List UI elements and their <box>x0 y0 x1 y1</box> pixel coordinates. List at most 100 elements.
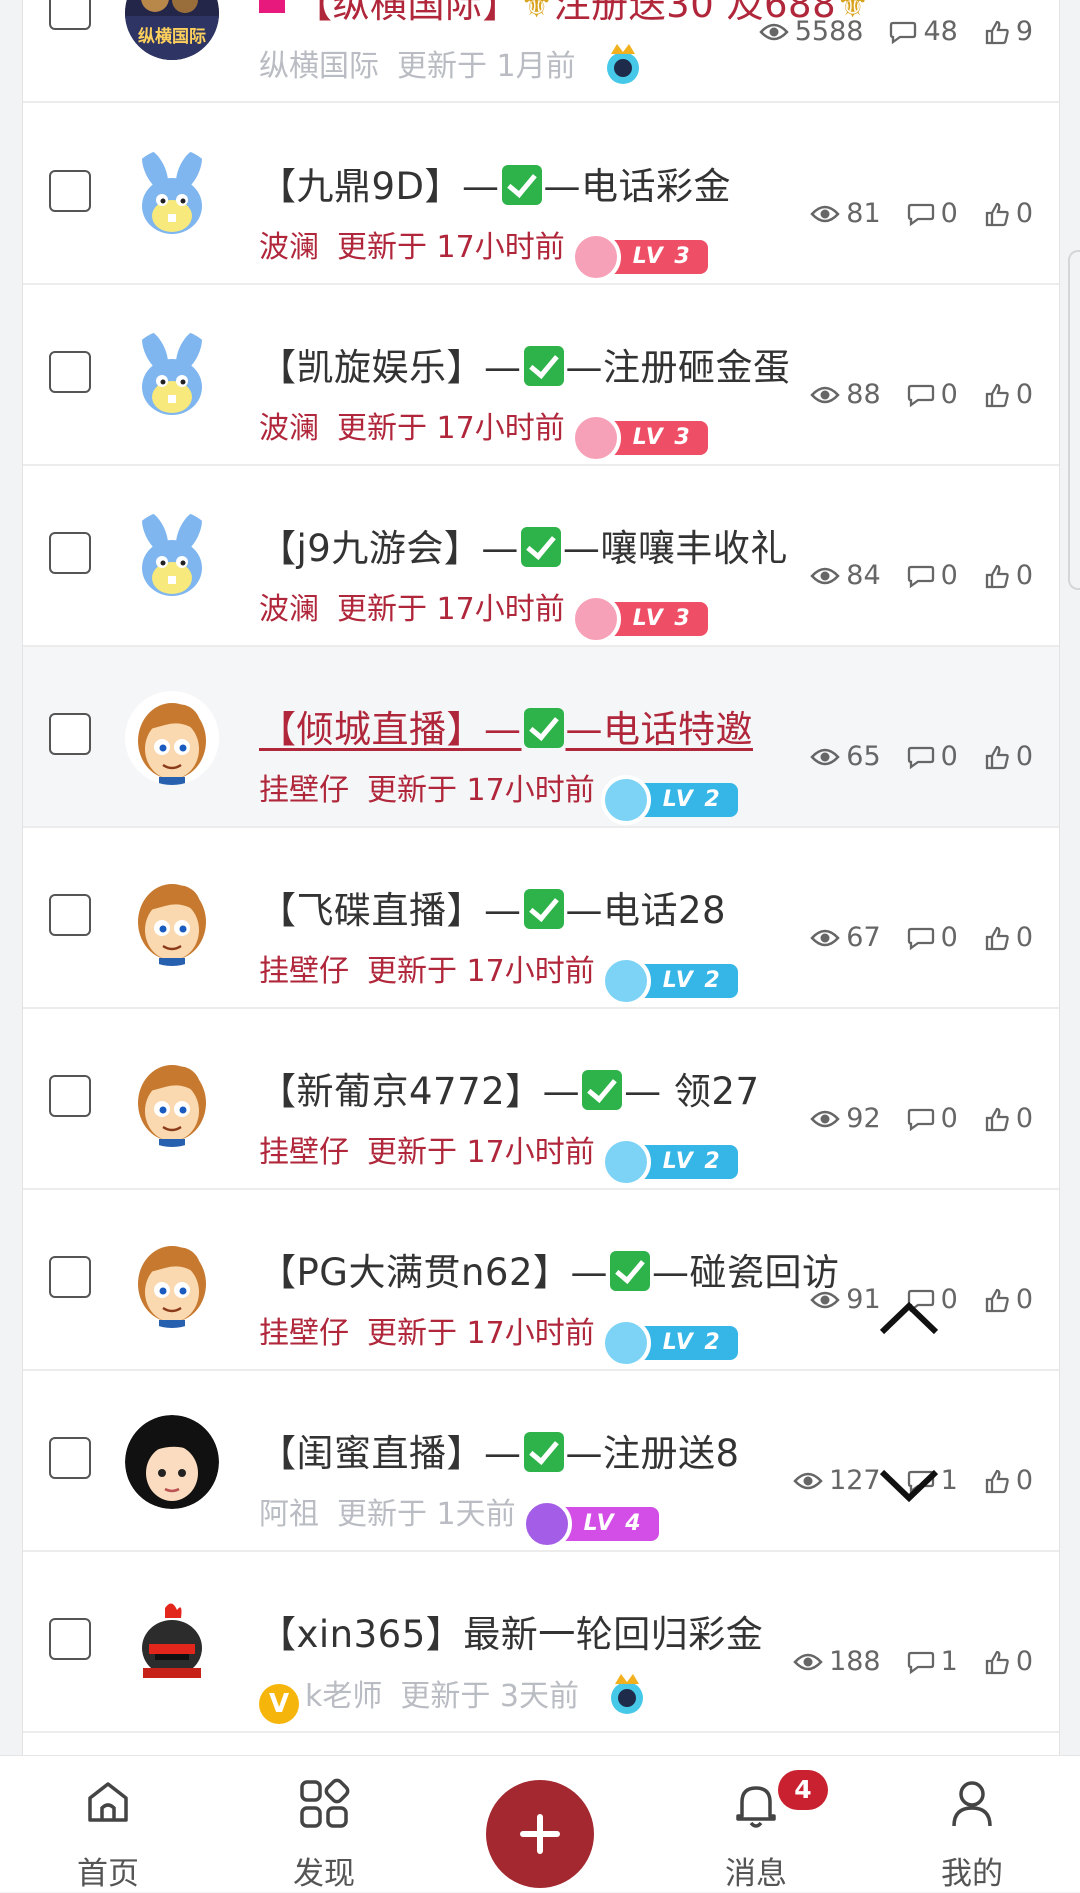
post-meta: 阿祖 更新于 1天前 LV 4 <box>259 1489 659 1549</box>
post-row[interactable]: 纵横国际 【纵横国际】⚜注册送30 及688⚜ 纵横国际 更新于 1月前 5588… <box>23 0 1059 103</box>
level-badge: LV 4 <box>521 1499 659 1549</box>
post-meta: 挂壁仔 更新于 17小时前 LV 2 <box>259 946 738 1006</box>
check-mark-icon <box>582 1070 623 1110</box>
views-count: 188 <box>793 1646 881 1677</box>
select-checkbox[interactable] <box>49 713 91 755</box>
eye-icon <box>810 1291 840 1308</box>
scroll-up-icon[interactable] <box>874 1292 944 1342</box>
thumb-up-icon <box>985 383 1009 407</box>
avatar[interactable] <box>125 1415 219 1509</box>
update-time: 更新于 17小时前 <box>367 954 595 989</box>
avatar[interactable] <box>125 148 219 242</box>
comment-icon <box>907 746 934 769</box>
post-title[interactable]: 【j9九游会】— —嚷嚷丰收礼 <box>259 518 788 572</box>
author-name[interactable]: 纵横国际 <box>259 49 379 84</box>
grid-icon <box>300 1778 350 1828</box>
post-title[interactable]: 【飞碟直播】— —电话28 <box>259 880 726 934</box>
post-title[interactable]: 【闺蜜直播】— —注册送8 <box>259 1423 740 1477</box>
avatar[interactable] <box>125 1053 219 1147</box>
select-checkbox[interactable] <box>49 894 91 936</box>
avatar[interactable] <box>125 1234 219 1328</box>
views-count: 84 <box>810 560 881 591</box>
post-title[interactable]: 【凯旋娱乐】— —注册砸金蛋 <box>259 337 791 391</box>
author-name[interactable]: 挂壁仔 <box>259 1316 349 1351</box>
post-title[interactable]: 【PG大满贯n62】— —碰瓷回访 <box>259 1242 840 1296</box>
post-title[interactable]: 【倾城直播】— —电话特邀 <box>259 699 753 753</box>
views-count: 127 <box>793 1465 881 1496</box>
post-stats: 65 0 0 <box>784 741 1033 772</box>
post-row[interactable]: 【凯旋娱乐】— —注册砸金蛋 波澜 更新于 17小时前 LV 3 88 0 0 <box>23 285 1059 466</box>
scroll-down-icon[interactable] <box>874 1462 944 1512</box>
avatar[interactable] <box>125 510 219 604</box>
comment-icon <box>907 927 934 950</box>
avatar[interactable] <box>125 691 219 785</box>
post-row[interactable]: 【xin365】最新一轮回归彩金 Vk老师 更新于 3天前 188 1 0 <box>23 1552 1059 1733</box>
post-title[interactable]: 【新葡京4772】— — 领27 <box>259 1061 760 1115</box>
bell-icon <box>736 1786 776 1828</box>
author-name[interactable]: 挂壁仔 <box>259 954 349 989</box>
author-name[interactable]: 波澜 <box>259 411 319 446</box>
post-row[interactable]: 【j9九游会】— —嚷嚷丰收礼 波澜 更新于 17小时前 LV 3 84 0 0 <box>23 466 1059 647</box>
select-checkbox[interactable] <box>49 1437 91 1479</box>
author-name[interactable]: 波澜 <box>259 230 319 265</box>
post-stats: 5588 48 9 <box>733 16 1033 47</box>
likes-count[interactable]: 0 <box>984 741 1033 772</box>
likes-count[interactable]: 0 <box>984 1646 1033 1677</box>
level-badge: LV 3 <box>570 232 708 282</box>
likes-count[interactable]: 0 <box>984 1103 1033 1134</box>
likes-count[interactable]: 0 <box>984 1284 1033 1315</box>
post-row[interactable]: 【PG大满贯n62】— —碰瓷回访 挂壁仔 更新于 17小时前 LV 2 91 0 0 <box>23 1190 1059 1371</box>
comment-icon <box>907 1651 934 1674</box>
post-row[interactable]: 【倾城直播】— —电话特邀 挂壁仔 更新于 17小时前 LV 2 65 0 0 <box>23 647 1059 828</box>
eye-icon <box>810 567 840 584</box>
select-checkbox[interactable] <box>49 532 91 574</box>
nav-me[interactable]: 我的 <box>902 1756 1042 1892</box>
compass-gem-icon <box>600 956 651 1006</box>
author-name[interactable]: 阿祖 <box>259 1497 319 1532</box>
select-checkbox[interactable] <box>49 0 91 30</box>
post-row[interactable]: 【九鼎9D】— —电话彩金 波澜 更新于 17小时前 LV 3 81 0 0 <box>23 104 1059 285</box>
select-checkbox[interactable] <box>49 1618 91 1660</box>
nav-discover[interactable]: 发现 <box>254 1756 394 1892</box>
post-meta: 挂壁仔 更新于 17小时前 LV 2 <box>259 1308 738 1368</box>
post-row[interactable]: 【新葡京4772】— — 领27 挂壁仔 更新于 17小时前 LV 2 92 0 0 <box>23 1009 1059 1190</box>
purple-gem-icon <box>521 1499 572 1549</box>
check-mark-icon <box>610 1251 651 1291</box>
avatar[interactable] <box>125 1596 219 1690</box>
comments-count: 0 <box>907 198 958 229</box>
level-badge: LV 2 <box>600 956 738 1006</box>
likes-count[interactable]: 0 <box>984 379 1033 410</box>
nav-home-label: 首页 <box>77 1856 139 1892</box>
avatar[interactable] <box>125 872 219 966</box>
eye-icon <box>810 748 840 765</box>
avatar[interactable] <box>125 329 219 423</box>
post-title[interactable]: 【xin365】最新一轮回归彩金 <box>259 1604 763 1658</box>
author-name[interactable]: 挂壁仔 <box>259 773 349 808</box>
select-checkbox[interactable] <box>49 1075 91 1117</box>
author-name[interactable]: k老师 <box>305 1679 382 1714</box>
post-meta: 波澜 更新于 17小时前 LV 3 <box>259 222 708 282</box>
likes-count[interactable]: 0 <box>984 560 1033 591</box>
author-name[interactable]: 波澜 <box>259 592 319 627</box>
likes-count[interactable]: 0 <box>984 198 1033 229</box>
select-checkbox[interactable] <box>49 351 91 393</box>
nav-home[interactable]: 首页 <box>38 1756 178 1892</box>
avatar[interactable]: 纵横国际 <box>125 0 219 60</box>
scroll-indicator[interactable] <box>1068 250 1080 590</box>
select-checkbox[interactable] <box>49 170 91 212</box>
add-post-button[interactable] <box>486 1780 594 1888</box>
post-stats: 88 0 0 <box>784 379 1033 410</box>
post-row[interactable]: 【飞碟直播】— —电话28 挂壁仔 更新于 17小时前 LV 2 67 0 0 <box>23 828 1059 1009</box>
thumb-up-icon <box>985 1107 1009 1131</box>
likes-count[interactable]: 0 <box>984 922 1033 953</box>
thumb-up-icon <box>985 202 1009 226</box>
eye-icon <box>810 1110 840 1127</box>
post-title[interactable]: 【九鼎9D】— —电话彩金 <box>259 156 731 210</box>
views-count: 92 <box>810 1103 881 1134</box>
comments-count: 0 <box>907 741 958 772</box>
author-name[interactable]: 挂壁仔 <box>259 1135 349 1170</box>
select-checkbox[interactable] <box>49 1256 91 1298</box>
likes-count[interactable]: 0 <box>984 1465 1033 1496</box>
comment-icon <box>907 203 934 226</box>
likes-count[interactable]: 9 <box>984 16 1033 47</box>
